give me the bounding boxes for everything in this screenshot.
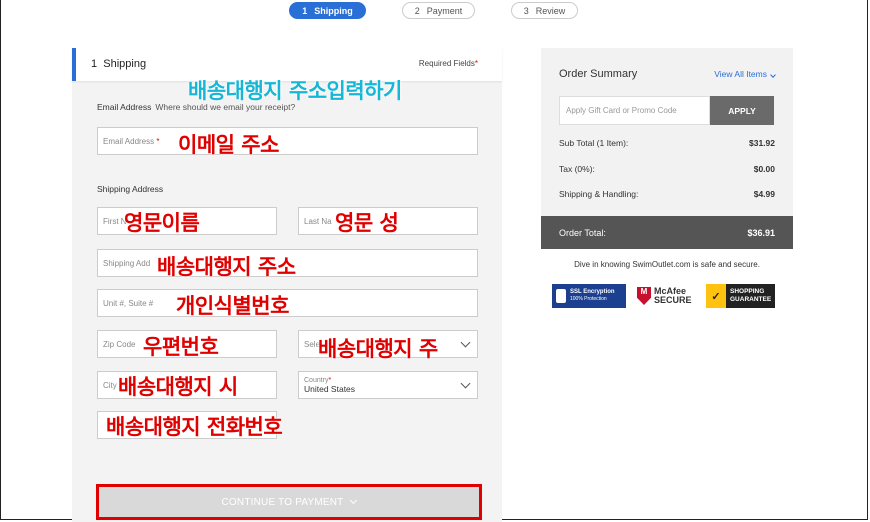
secure-note: Dive in knowing SwimOutlet.com is safe a… [574, 260, 760, 269]
promo-code-input[interactable]: Apply Gift Card or Promo Code [559, 96, 710, 125]
step-payment[interactable]: 2 Payment [402, 2, 475, 19]
country-select[interactable]: Country* United States [298, 371, 478, 399]
order-summary-title: Order Summary [559, 68, 638, 80]
continue-to-payment-button[interactable]: CONTINUE TO PAYMENT [96, 484, 482, 520]
overlay-phone: 배송대행지 전화번호 [106, 415, 283, 439]
overlay-city: 배송대행지 시 [118, 375, 238, 399]
lock-icon [556, 289, 566, 303]
trust-badges: SSL Encryption 100% Protection M McAfee SE… [552, 284, 782, 308]
norton-badge: ✓ SHOPPING GUARANTEE [706, 284, 780, 308]
overlay-address: 배송대행지 주소 [157, 255, 296, 279]
overlay-state: 배송대행지 주 [318, 337, 438, 361]
ssl-badge: SSL Encryption 100% Protection [552, 284, 626, 308]
shipping-panel: 1 Shipping Required Fields* [72, 48, 502, 522]
overlay-unit: 개인식별번호 [176, 294, 289, 318]
shipping-address-label: Shipping Address [97, 184, 164, 194]
mcafee-badge: M McAfee SECURE [637, 284, 697, 308]
overlay-zip: 우편번호 [143, 335, 219, 359]
section-title: 1 Shipping [91, 58, 147, 70]
overlay-email: 이메일 주소 [178, 133, 279, 157]
order-summary: Order Summary View All Items Apply Gift … [541, 48, 793, 249]
subtotal-row: Sub Total (1 Item): $31.92 [559, 138, 775, 148]
chevron-down-icon [460, 378, 471, 389]
chevron-down-icon [770, 72, 776, 78]
mcafee-shield-icon: M [637, 287, 651, 305]
overlay-first-name: 영문이름 [124, 211, 200, 235]
order-total-row: Order Total: $36.91 [541, 216, 793, 249]
checkmark-icon: ✓ [706, 284, 726, 308]
required-fields-note: Required Fields* [418, 59, 478, 68]
overlay-title: 배송대행지 주소입력하기 [188, 79, 402, 103]
view-all-items-link[interactable]: View All Items [714, 69, 776, 79]
email-input[interactable]: Email Address * [97, 127, 478, 155]
checkout-stepper: 1 Shipping 2 Payment 3 Review [289, 2, 578, 19]
overlay-last-name: 영문 성 [335, 211, 399, 235]
chevron-down-icon [460, 337, 471, 348]
tax-row: Tax (0%): $0.00 [559, 164, 775, 174]
chevron-down-icon [350, 496, 358, 505]
apply-button[interactable]: APPLY [710, 96, 774, 125]
step-review[interactable]: 3 Review [511, 2, 578, 19]
step-shipping[interactable]: 1 Shipping [289, 2, 366, 19]
shipping-row: Shipping & Handling: $4.99 [559, 189, 775, 199]
